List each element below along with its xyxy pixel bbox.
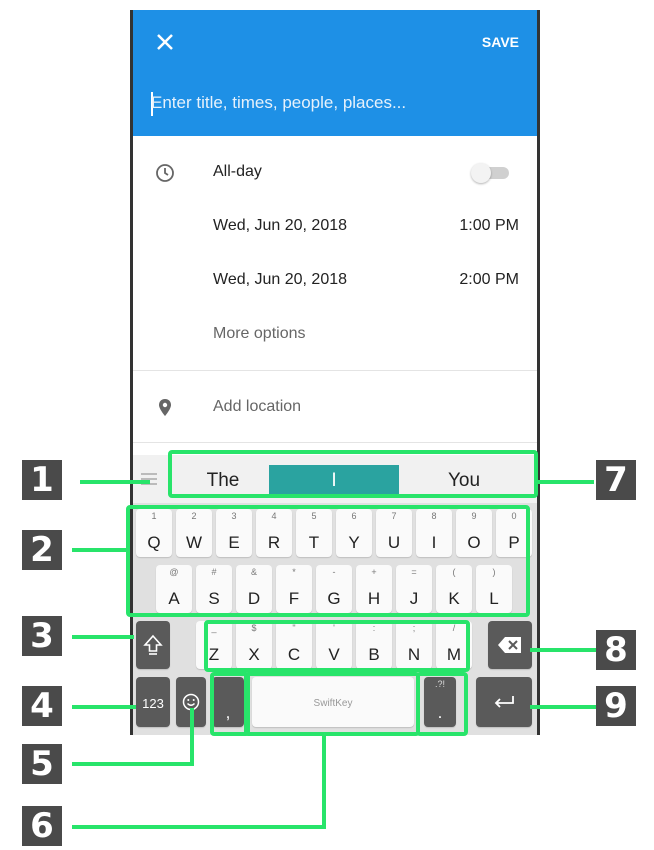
backspace-key[interactable] (488, 621, 532, 669)
shift-key[interactable] (136, 621, 170, 669)
callout-box-2 (126, 505, 530, 617)
callout-number-2: 2 (22, 530, 62, 570)
all-day-label: All-day (213, 163, 262, 180)
callout-line-6-vertical (322, 734, 326, 829)
callout-number-8: 8 (596, 630, 636, 670)
callout-line-5 (72, 762, 194, 766)
close-button[interactable] (151, 28, 179, 56)
callout-line-9 (530, 705, 596, 709)
close-icon (157, 34, 173, 50)
start-time[interactable]: 1:00 PM (459, 217, 519, 235)
all-day-toggle[interactable] (471, 163, 509, 183)
more-options-link[interactable]: More options (213, 325, 306, 343)
end-date[interactable]: Wed, Jun 20, 2018 (213, 271, 347, 289)
callout-box-row3 (204, 620, 470, 672)
more-options-row[interactable]: More options (133, 309, 537, 361)
location-pin-icon (159, 399, 171, 416)
callout-line-4 (72, 705, 136, 709)
all-day-row[interactable]: All-day (133, 147, 537, 199)
callout-number-9: 9 (596, 686, 636, 726)
callout-box-period (416, 672, 468, 736)
callout-number-7: 7 (596, 460, 636, 500)
start-date[interactable]: Wed, Jun 20, 2018 (213, 217, 347, 235)
callout-number-4: 4 (22, 686, 62, 726)
event-app-bar: SAVE Enter title, times, people, places.… (133, 10, 537, 136)
toggle-knob (471, 163, 491, 183)
callout-number-1: 1 (22, 460, 62, 500)
start-row: Wed, Jun 20, 2018 1:00 PM (133, 201, 537, 253)
enter-icon (494, 696, 514, 708)
clock-icon (156, 164, 174, 182)
location-row[interactable]: Add location (133, 382, 537, 434)
callout-number-3: 3 (22, 616, 62, 656)
callout-box-7 (168, 450, 538, 498)
title-input[interactable]: Enter title, times, people, places... (151, 93, 521, 113)
callout-line-7 (536, 480, 594, 484)
backspace-icon (498, 637, 521, 653)
callout-line-6 (72, 825, 326, 829)
end-row: Wed, Jun 20, 2018 2:00 PM (133, 255, 537, 307)
divider (133, 442, 537, 443)
enter-key[interactable] (476, 677, 532, 727)
callout-number-5: 5 (22, 744, 62, 784)
callout-line-2 (72, 548, 128, 552)
numbers-key[interactable]: 123 (136, 677, 170, 727)
save-button[interactable]: SAVE (482, 34, 519, 50)
end-time[interactable]: 2:00 PM (459, 271, 519, 289)
callout-line-1 (80, 480, 150, 484)
callout-box-space (244, 672, 420, 736)
callout-number-6: 6 (22, 806, 62, 846)
callout-line-5-vertical (190, 708, 194, 766)
add-location-field[interactable]: Add location (213, 398, 301, 416)
callout-line-8 (530, 648, 596, 652)
divider (133, 370, 537, 371)
callout-line-3 (72, 635, 134, 639)
shift-icon (143, 634, 163, 655)
